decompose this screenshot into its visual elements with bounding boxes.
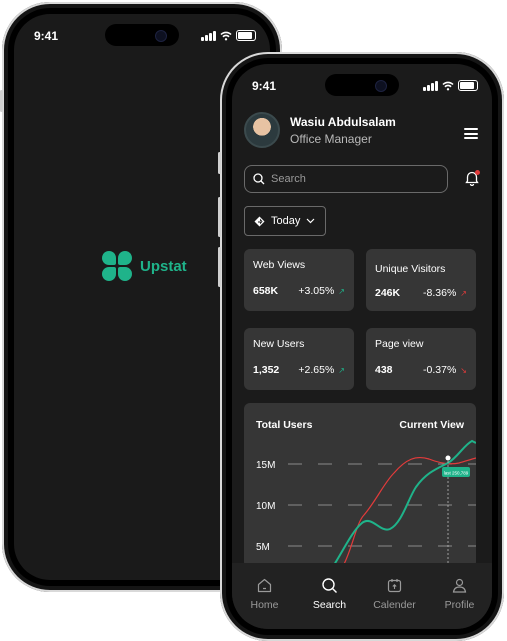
status-bar: 9:41 (14, 26, 270, 46)
status-icons (423, 80, 478, 91)
nav-home[interactable]: Home (237, 577, 293, 611)
search-placeholder: Search (271, 173, 306, 185)
status-bar: 9:41 (232, 76, 492, 96)
side-button (218, 152, 221, 174)
trend-up-icon: ↗ (338, 365, 345, 375)
bottom-navigation: Home Search Calender Profile (232, 563, 492, 629)
profile-header[interactable]: Wasiu Abdulsalam Office Manager (244, 112, 396, 148)
stat-change: -0.37% (423, 364, 457, 376)
dashboard-phone: 9:41 Wasiu Abdulsalam Office Manager Sea… (218, 52, 504, 641)
search-input[interactable]: Search (244, 165, 448, 193)
stat-value: 658K (253, 285, 279, 297)
brand-name: Upstat (140, 257, 187, 275)
stat-card-web-views[interactable]: Web Views 658K +3.05% ↗ (244, 249, 354, 311)
search-icon (253, 173, 265, 185)
nav-search[interactable]: Search (302, 577, 358, 611)
calendar-icon (387, 579, 402, 593)
stat-card-unique-visitors[interactable]: Unique Visitors 246K -8.36% ↗ (366, 249, 476, 311)
nav-label: Search (312, 599, 347, 611)
search-icon (322, 578, 337, 593)
avatar[interactable] (244, 112, 280, 148)
stat-value: 1,352 (253, 364, 280, 376)
chart-plot: 15M 10M 5M last 250,789 (256, 439, 476, 568)
nav-label: Calender (373, 599, 416, 611)
profile-role: Office Manager (290, 131, 372, 146)
trend-down-icon: ↘ (460, 365, 467, 375)
hover-point (445, 455, 451, 461)
profile-icon (452, 578, 467, 593)
chart-tooltip-text: last 250,789 (444, 471, 469, 476)
y-tick-15m: 15M (256, 460, 275, 471)
diamond-direction-icon (254, 216, 265, 226)
status-icons (201, 30, 256, 41)
wifi-icon (442, 81, 454, 90)
nav-calendar[interactable]: Calender (367, 577, 423, 611)
trend-up-icon: ↗ (338, 286, 345, 296)
signal-icon (423, 80, 438, 91)
stat-title: Page view (375, 338, 424, 350)
stat-title: Unique Visitors (375, 263, 446, 275)
date-filter-dropdown[interactable]: Today (244, 206, 326, 236)
hamburger-menu-icon[interactable] (464, 128, 478, 139)
stat-card-page-view[interactable]: Page view 438 -0.37% ↘ (366, 328, 476, 390)
stat-change: +3.05% (298, 285, 335, 297)
stat-value: 438 (375, 364, 393, 376)
stat-title: Web Views (253, 259, 306, 271)
nav-profile[interactable]: Profile (432, 577, 488, 611)
stat-card-new-users[interactable]: New Users 1,352 +2.65% ↗ (244, 328, 354, 390)
signal-icon (201, 30, 216, 41)
nav-label: Profile (444, 599, 475, 611)
chevron-down-icon (306, 218, 315, 224)
trend-down-icon: ↗ (460, 288, 467, 298)
dashboard-screen: 9:41 Wasiu Abdulsalam Office Manager Sea… (232, 64, 492, 629)
stat-title: New Users (253, 338, 305, 350)
profile-name: Wasiu Abdulsalam (290, 114, 396, 129)
stat-change: -8.36% (423, 287, 457, 299)
stat-value: 246K (375, 287, 401, 299)
stat-change: +2.65% (298, 364, 335, 376)
y-tick-5m: 5M (256, 542, 270, 553)
battery-icon (458, 80, 478, 91)
y-tick-10m: 10M (256, 501, 275, 512)
total-users-chart: Total Users Current View 15M 10M 5M last… (244, 403, 476, 568)
profile-text: Wasiu Abdulsalam Office Manager (290, 115, 396, 146)
app-logo: Upstat (102, 251, 187, 281)
wifi-icon (220, 31, 232, 40)
status-time: 9:41 (34, 29, 59, 43)
date-filter-value: Today (271, 215, 301, 227)
status-time: 9:41 (252, 79, 277, 93)
battery-icon (236, 30, 256, 41)
upstat-logo-icon (102, 251, 132, 281)
side-button (0, 90, 3, 112)
nav-label: Home (250, 599, 279, 611)
volume-up-button (218, 197, 221, 237)
volume-down-button (218, 247, 221, 287)
notification-dot (475, 170, 480, 175)
home-icon (257, 578, 272, 593)
notification-bell-icon[interactable] (464, 170, 480, 187)
